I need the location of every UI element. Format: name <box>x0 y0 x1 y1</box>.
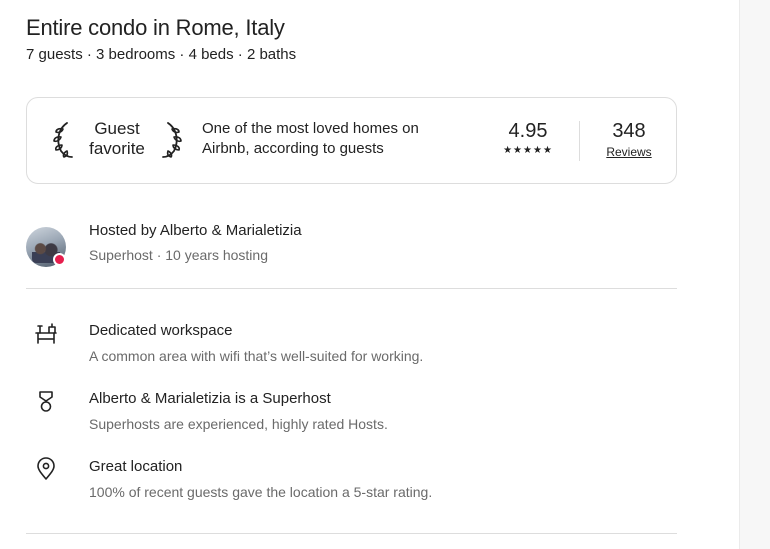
guest-favorite-label: Guest favorite <box>75 119 159 159</box>
guest-favorite-description: One of the most loved homes on Airbnb, a… <box>202 119 472 159</box>
superhost-medal-icon <box>39 391 53 412</box>
highlight-location: Great location 100% of recent guests gav… <box>26 457 677 503</box>
reviews-count: 348 <box>612 120 646 142</box>
guest-favorite-description-line2: Airbnb, according to guests <box>202 140 384 157</box>
rating-summary: 4.95 ★★★★★ <box>489 118 567 158</box>
superhost-badge-icon <box>53 253 66 266</box>
host-name: Hosted by Alberto & Marialetizia <box>89 222 302 239</box>
guest-favorite-card[interactable]: Guest favorite One of the most loved hom… <box>26 97 677 184</box>
laurel-right-icon <box>162 122 182 158</box>
listing-title: Entire condo in Rome, Italy <box>26 15 285 40</box>
rating-stars: ★★★★★ <box>503 145 553 156</box>
highlight-title: Alberto & Marialetizia is a Superhost <box>89 390 331 407</box>
adjacent-panel-edge <box>739 0 770 549</box>
location-pin-icon <box>37 457 55 480</box>
highlight-title: Dedicated workspace <box>89 322 233 339</box>
desk-icon <box>35 323 57 344</box>
rating-value: 4.95 <box>508 120 548 142</box>
highlight-description: Superhosts are experienced, highly rated… <box>89 416 388 432</box>
highlight-description: A common area with wifi that’s well-suit… <box>89 348 424 364</box>
listing-summary: 7 guests · 3 bedrooms · 4 beds · 2 baths <box>26 46 297 63</box>
highlight-superhost: Alberto & Marialetizia is a Superhost Su… <box>26 389 677 435</box>
host-summary[interactable]: Hosted by Alberto & Marialetizia Superho… <box>26 221 677 271</box>
highlight-title: Great location <box>89 458 183 475</box>
guest-favorite-line2: favorite <box>89 139 145 158</box>
guest-favorite-line1: Guest <box>94 119 140 138</box>
guest-favorite-description-line1: One of the most loved homes on <box>202 120 419 137</box>
highlight-workspace: Dedicated workspace A common area with w… <box>26 321 677 367</box>
rating-divider <box>579 121 580 161</box>
section-divider-bottom <box>26 533 677 534</box>
host-details: Superhost · 10 years hosting <box>89 247 268 263</box>
laurel-left-icon <box>53 122 73 158</box>
highlight-description: 100% of recent guests gave the location … <box>89 484 433 500</box>
reviews-summary: 348 Reviews <box>593 118 665 160</box>
section-divider-top <box>26 288 677 289</box>
listing-page: Entire condo in Rome, Italy 7 guests · 3… <box>0 0 770 549</box>
reviews-link[interactable]: Reviews <box>593 144 665 160</box>
